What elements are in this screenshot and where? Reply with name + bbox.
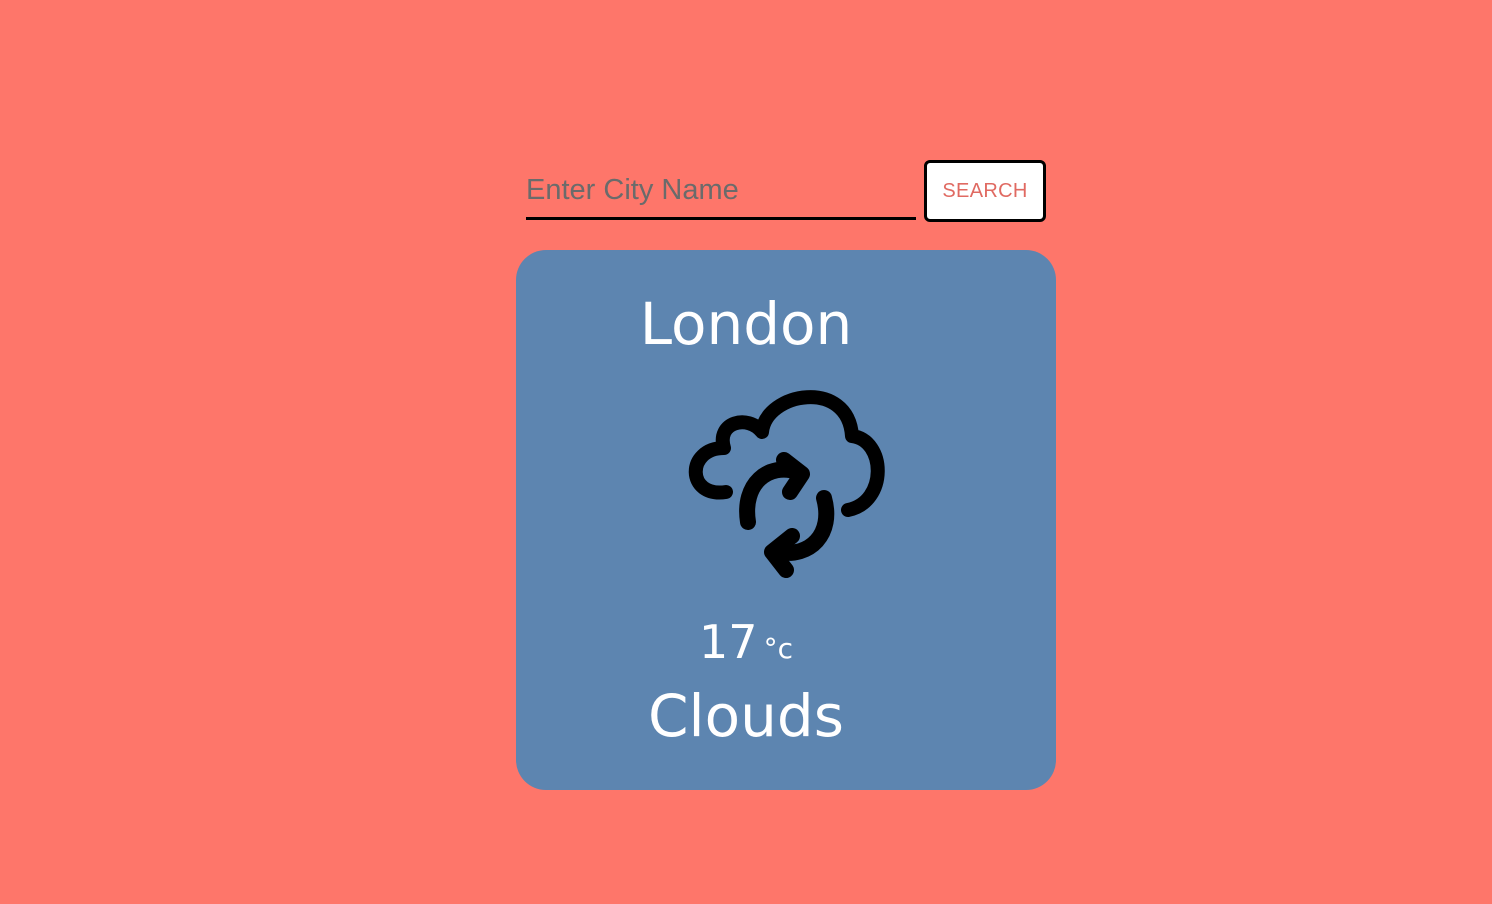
search-bar: SEARCH [526, 160, 1046, 222]
cloud-sync-icon [686, 380, 886, 580]
temperature-value: 17 [699, 615, 758, 669]
city-name: London [639, 290, 853, 358]
city-search-input[interactable] [526, 164, 916, 220]
search-button[interactable]: SEARCH [924, 160, 1046, 222]
temperature-unit: °c [763, 632, 793, 665]
temperature-display: 17 °c [0, 612, 1492, 672]
weather-condition: Clouds [648, 682, 844, 750]
